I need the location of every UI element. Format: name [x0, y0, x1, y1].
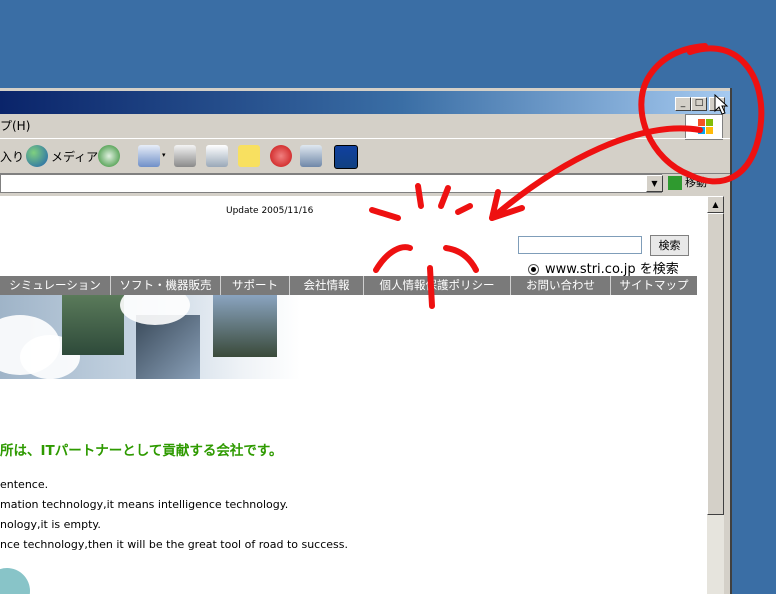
annotation-burst-line	[455, 203, 473, 215]
annotation-overlay	[369, 43, 765, 309]
annotation-burst-line	[443, 245, 479, 273]
annotation-burst-line	[373, 244, 413, 273]
mouse-cursor-icon	[714, 94, 729, 115]
annotation-circle	[638, 43, 765, 185]
annotation-burst-line	[427, 265, 435, 309]
annotation-burst-line	[438, 185, 451, 209]
annotation-burst-line	[415, 183, 424, 209]
annotation-burst-line	[369, 207, 401, 221]
annotation-arrow	[489, 125, 703, 221]
